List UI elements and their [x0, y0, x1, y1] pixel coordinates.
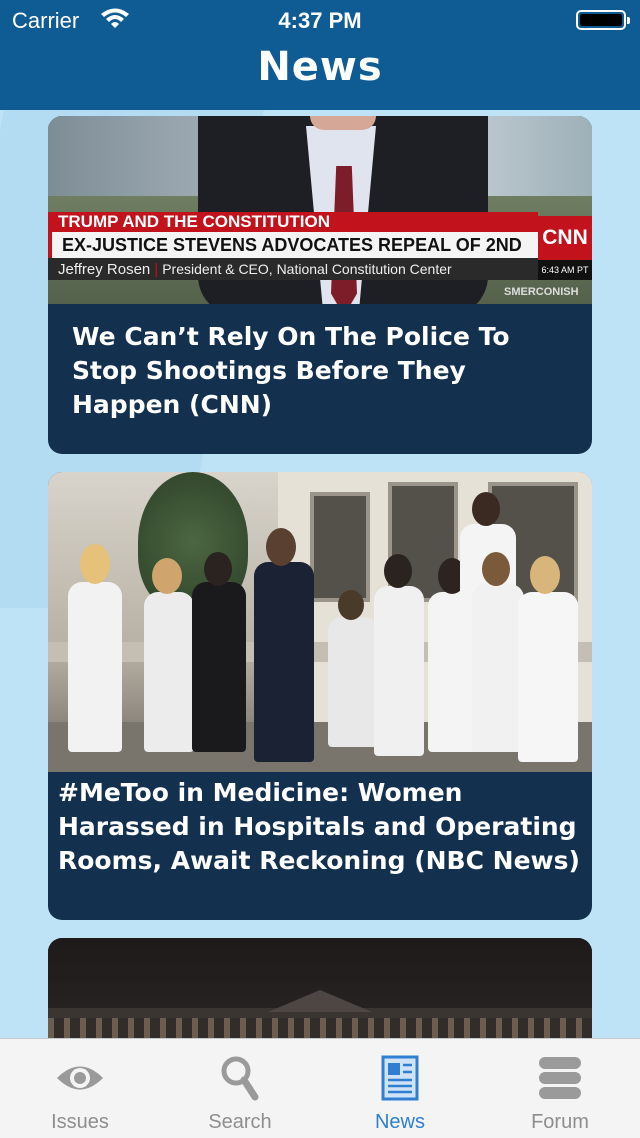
status-bar: Carrier 4:37 PM	[0, 0, 640, 40]
tab-issues[interactable]: Issues	[0, 1039, 160, 1138]
header: Carrier 4:37 PM News	[0, 0, 640, 110]
chyron-guest-role: President & CEO, National Constitution C…	[162, 261, 452, 277]
news-card-image	[48, 938, 592, 1038]
tab-bar: Issues Search News Forum	[0, 1038, 640, 1138]
tab-news[interactable]: News	[320, 1039, 480, 1138]
news-feed[interactable]: TRUMP AND THE CONSTITUTION EX-JUSTICE ST…	[0, 110, 640, 1038]
newspaper-icon	[381, 1055, 419, 1101]
page-title: News	[257, 44, 383, 90]
magnifier-icon	[221, 1056, 259, 1101]
news-card-image: TRUMP AND THE CONSTITUTION EX-JUSTICE ST…	[48, 116, 592, 304]
tab-issues-label: Issues	[51, 1111, 109, 1133]
news-card[interactable]: #MeToo in Medicine: Women Harassed in Ho…	[48, 472, 592, 920]
chat-icon	[539, 1057, 581, 1099]
news-card-image	[48, 472, 592, 772]
clock: 4:37 PM	[278, 8, 362, 33]
tab-forum-label: Forum	[531, 1111, 589, 1133]
tab-search[interactable]: Search	[160, 1039, 320, 1138]
tab-forum[interactable]: Forum	[480, 1039, 640, 1138]
news-card-headline: We Can’t Rely On The Police To Stop Shoo…	[72, 322, 510, 419]
chyron-guest-name: Jeffrey Rosen	[58, 261, 151, 278]
tab-news-label: News	[374, 1111, 425, 1133]
tab-search-label: Search	[208, 1111, 272, 1133]
chyron-headline: EX-JUSTICE STEVENS ADVOCATES REPEAL OF 2…	[48, 232, 538, 281]
broadcast-time: 6:43 AM PT	[538, 260, 592, 280]
battery-icon	[576, 10, 630, 30]
news-card[interactable]: TRUMP AND THE CONSTITUTION EX-JUSTICE ST…	[48, 116, 592, 454]
news-card-headline: #MeToo in Medicine: Women Harassed in Ho…	[58, 778, 580, 875]
network-logo: CNN	[538, 216, 592, 260]
show-name: SMERCONISH	[504, 286, 579, 298]
news-card[interactable]	[48, 938, 592, 1038]
chyron-guest: Jeffrey Rosen | President & CEO, National …	[48, 258, 538, 280]
eye-icon	[57, 1066, 103, 1090]
chyron-topic: TRUMP AND THE CONSTITUTION	[48, 212, 538, 232]
